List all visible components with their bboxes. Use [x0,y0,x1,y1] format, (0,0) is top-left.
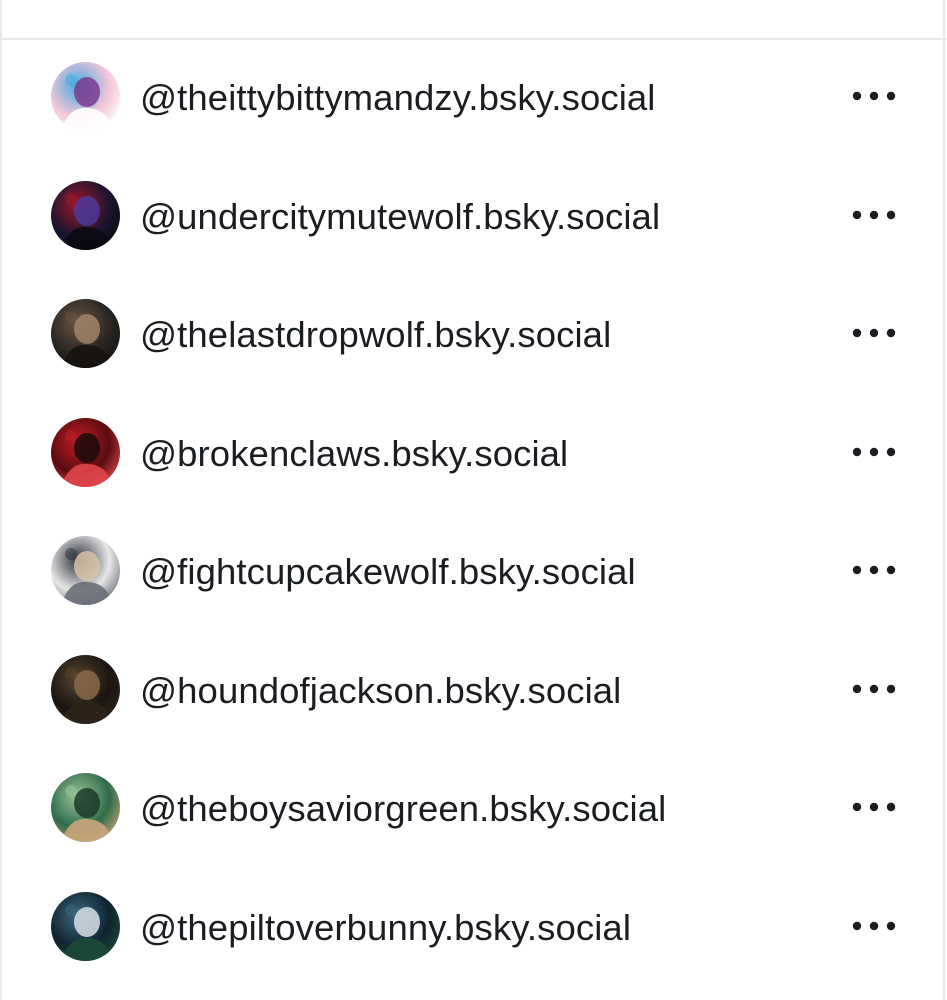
follower-row[interactable]: @theittybittymandzy.bsky.social [2,40,947,159]
more-horizontal-icon [852,328,896,338]
more-horizontal-icon [852,210,896,220]
more-options-button[interactable] [840,191,908,239]
more-options-button[interactable] [840,902,908,950]
follower-row[interactable]: @undercitymutewolf.bsky.social [2,159,947,278]
more-options-button[interactable] [840,428,908,476]
follower-row[interactable]: @fightcupcakewolf.bsky.social [2,514,947,633]
avatar-man-guitar-icon[interactable] [51,654,120,724]
avatar-bunny-character-icon[interactable] [51,891,120,961]
more-options-button[interactable] [840,665,908,713]
avatar-pink-blue-anime-icon[interactable] [51,62,120,132]
follower-handle[interactable]: @houndofjackson.bsky.social [140,667,621,715]
follower-handle[interactable]: @theboysaviorgreen.bsky.social [140,785,666,833]
avatar-green-elf-icon[interactable] [51,773,120,843]
follower-handle[interactable]: @theittybittymandzy.bsky.social [140,74,656,122]
more-horizontal-icon [852,684,896,694]
more-horizontal-icon [852,802,896,812]
more-options-button[interactable] [840,309,908,357]
more-options-button[interactable] [840,72,908,120]
follower-handle[interactable]: @thepiltoverbunny.bsky.social [140,904,631,952]
follower-handle[interactable]: @undercitymutewolf.bsky.social [140,193,660,241]
follower-row[interactable]: @thelastdropwolf.bsky.social [2,277,947,396]
more-options-button[interactable] [840,783,908,831]
follower-handle[interactable]: @brokenclaws.bsky.social [140,430,568,478]
follower-row[interactable]: @brokenclaws.bsky.social [2,396,947,515]
more-horizontal-icon [852,565,896,575]
follower-handle[interactable]: @thelastdropwolf.bsky.social [140,311,611,359]
more-horizontal-icon [852,447,896,457]
more-options-button[interactable] [840,546,908,594]
followers-list: @theittybittymandzy.bsky.social @underci… [2,40,947,988]
avatar-grey-drawn-girl-icon[interactable] [51,536,120,606]
follower-handle[interactable]: @fightcupcakewolf.bsky.social [140,548,636,596]
follower-row[interactable]: @thepiltoverbunny.bsky.social [2,870,947,989]
avatar-red-dark-icon[interactable] [51,417,120,487]
follower-row[interactable]: @theboysaviorgreen.bsky.social [2,751,947,870]
avatar-bearded-man-icon[interactable] [51,299,120,369]
more-horizontal-icon [852,921,896,931]
follower-row[interactable]: @houndofjackson.bsky.social [2,633,947,752]
followers-panel: @theittybittymandzy.bsky.social @underci… [0,0,947,1000]
avatar-dark-red-purple-icon[interactable] [51,180,120,250]
more-horizontal-icon [852,91,896,101]
